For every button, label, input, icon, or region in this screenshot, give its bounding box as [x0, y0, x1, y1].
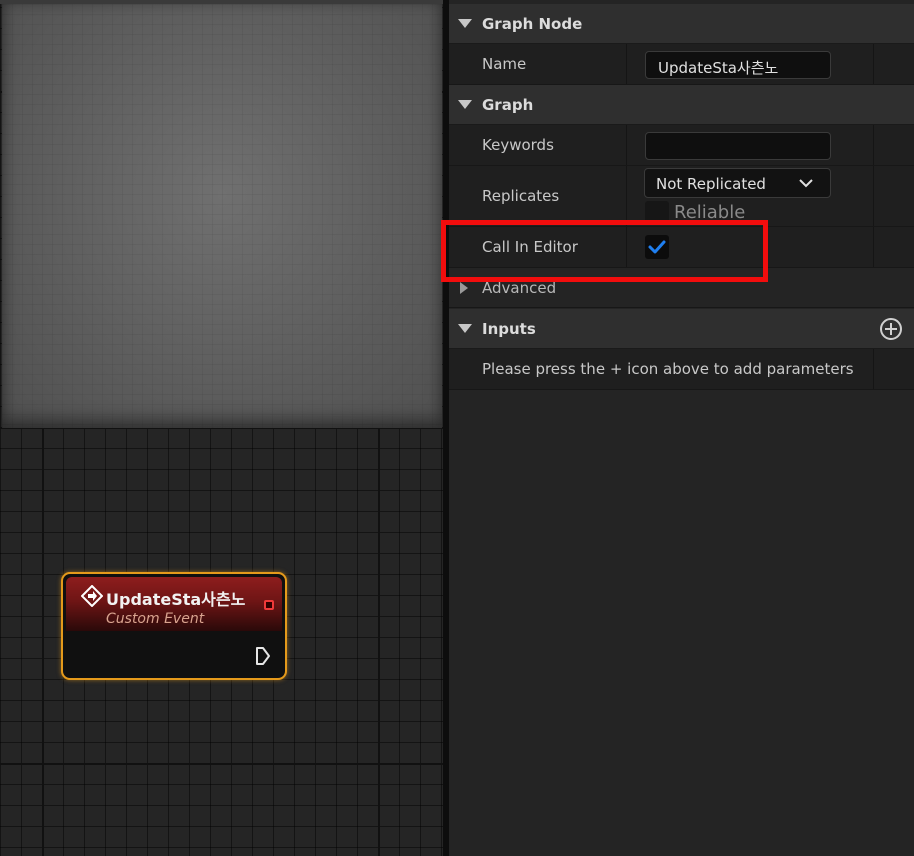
replicates-dropdown[interactable]: Not Replicated: [644, 168, 831, 198]
category-label: Graph: [482, 96, 534, 114]
property-row-replicates: Replicates Not Replicated Reliable: [449, 166, 914, 227]
divider: [626, 125, 627, 165]
divider: [626, 166, 627, 226]
category-graph-node[interactable]: Graph Node: [449, 4, 914, 44]
details-panel: Graph Node Name UpdateSta사츤노 Graph Keywo…: [449, 0, 914, 856]
custom-event-node[interactable]: UpdateSta사츤노 Custom Event: [61, 572, 287, 680]
node-header[interactable]: UpdateSta사츤노 Custom Event: [66, 577, 282, 631]
highlight-annotation-box: [441, 220, 768, 282]
chevron-down-icon: [799, 179, 813, 188]
inputs-hint-text: Please press the + icon above to add par…: [482, 360, 854, 378]
collapse-arrow-icon[interactable]: [458, 19, 472, 28]
property-label: Keywords: [482, 136, 554, 154]
property-label: Name: [482, 55, 527, 73]
divider: [873, 349, 874, 389]
add-parameter-plus-icon[interactable]: [879, 317, 903, 341]
name-field[interactable]: UpdateSta사츤노: [645, 51, 831, 79]
name-field-value: UpdateSta사츤노: [658, 59, 779, 77]
inputs-hint-row: Please press the + icon above to add par…: [449, 349, 914, 390]
node-subtitle: Custom Event: [106, 611, 205, 627]
category-inputs[interactable]: Inputs: [449, 309, 914, 349]
keywords-field[interactable]: [645, 132, 831, 160]
exec-output-pin-icon[interactable]: [255, 646, 271, 666]
viewport-preview: [2, 4, 442, 428]
category-label: Graph Node: [482, 15, 583, 33]
divider: [873, 227, 874, 267]
graph-editor-canvas[interactable]: UpdateSta사츤노 Custom Event: [0, 0, 443, 856]
property-row-name: Name UpdateSta사츤노: [449, 44, 914, 85]
collapse-arrow-icon[interactable]: [458, 100, 472, 109]
divider: [873, 166, 874, 226]
category-label: Inputs: [482, 320, 536, 338]
event-diamond-icon: [81, 585, 103, 607]
divider: [873, 125, 874, 165]
node-title: UpdateSta사츤노: [106, 590, 246, 609]
category-graph[interactable]: Graph: [449, 85, 914, 125]
property-label: Replicates: [482, 187, 560, 205]
divider: [873, 44, 874, 84]
expand-arrow-icon[interactable]: [460, 282, 468, 294]
delegate-pin[interactable]: [264, 600, 274, 610]
collapse-arrow-icon[interactable]: [458, 324, 472, 333]
property-row-keywords: Keywords: [449, 125, 914, 166]
divider: [626, 44, 627, 84]
replicates-dropdown-value: Not Replicated: [656, 175, 766, 193]
